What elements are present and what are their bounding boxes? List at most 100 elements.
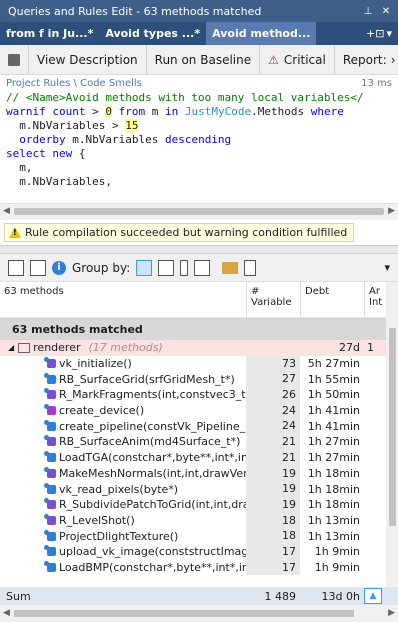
- expand-all-icon[interactable]: [8, 259, 24, 276]
- table-row[interactable]: ProjectDlightTexture() 18 1h 13min: [0, 528, 386, 544]
- results-table-body: ◢ renderer (17 methods) 27d 1 vk_initializ…: [0, 340, 386, 587]
- table-row[interactable]: vk_read_pixels(byte*) 19 1h 18min: [0, 481, 386, 497]
- collapse-icon[interactable]: ◢: [8, 343, 14, 352]
- table-row[interactable]: R_MarkFragments(int,constvec3_t*,c 26 1h 5…: [0, 387, 386, 403]
- tab-label: Avoid method...: [212, 27, 311, 40]
- group-by-namespace-icon[interactable]: [158, 259, 175, 276]
- warning-message: ! Rule compilation succeeded but warning…: [4, 223, 355, 242]
- pin-icon[interactable]: ⊥: [362, 6, 374, 17]
- tab-query-1[interactable]: from f in Ju...*: [0, 22, 99, 45]
- close-icon[interactable]: ✕: [380, 6, 392, 17]
- method-name: R_MarkFragments(int,constvec3_t*,c: [59, 388, 246, 402]
- table-row-parent[interactable]: ◢ renderer (17 methods) 27d 1: [0, 340, 386, 356]
- method-name: R_LevelShot(): [59, 513, 135, 527]
- method-name: LoadBMP(constchar*,byte**,int*,int*): [59, 560, 246, 574]
- variables-cell: 18: [246, 528, 300, 544]
- parent-count: (17 methods): [88, 341, 163, 355]
- chevron-down-icon[interactable]: ▾: [384, 261, 398, 274]
- query-editor[interactable]: // <Name>Avoid methods with too many loc…: [0, 91, 398, 203]
- table-row[interactable]: R_SubdividePatchToGrid(int,int,draw 19 1h …: [0, 496, 386, 513]
- critical-toggle[interactable]: ⚠ Critical: [260, 44, 335, 75]
- method-name: RB_SurfaceAnim(md4Surface_t*): [59, 435, 241, 449]
- column-header-name[interactable]: 63 methods: [0, 282, 246, 317]
- scroll-right-icon[interactable]: ▶: [388, 608, 395, 618]
- variables-cell: 17: [246, 559, 300, 576]
- table-row[interactable]: LoadTGA(constchar*,byte**,int*,int*) 21 1h…: [0, 449, 386, 466]
- scroll-right-icon[interactable]: ▶: [388, 206, 395, 216]
- table-row[interactable]: RB_SurfaceAnim(md4Surface_t*) 21 1h 27min: [0, 434, 386, 450]
- group-by-assembly-icon[interactable]: [194, 259, 211, 276]
- warning-icon: !: [9, 227, 21, 238]
- pane-splitter[interactable]: [0, 246, 398, 254]
- scroll-top-icon[interactable]: ▲: [364, 588, 382, 604]
- sum-label: Sum: [6, 589, 31, 603]
- group-by-type-icon[interactable]: [180, 259, 189, 276]
- run-on-baseline-button[interactable]: Run on Baseline: [147, 44, 261, 75]
- debt-cell: 1h 18min: [307, 498, 360, 512]
- scroll-left-icon[interactable]: ◀: [3, 608, 10, 618]
- debt-cell: 1h 50min: [307, 388, 360, 402]
- document-icon[interactable]: [244, 259, 257, 276]
- table-row[interactable]: LoadBMP(constchar*,byte**,int*,int*) 17 1h…: [0, 559, 386, 576]
- results-vertical-scrollbar[interactable]: [386, 282, 398, 587]
- table-row[interactable]: vk_initialize() 73 5h 27min: [0, 355, 386, 372]
- debt-cell: 1h 27min: [307, 435, 360, 449]
- save-button[interactable]: [0, 44, 29, 75]
- results-horizontal-scrollbar[interactable]: ◀ ▶: [0, 605, 398, 622]
- info-icon[interactable]: i: [52, 260, 66, 275]
- variables-cell: 17: [246, 543, 300, 560]
- scroll-left-icon[interactable]: ◀: [3, 206, 10, 216]
- tab-label: from f in Ju...*: [6, 27, 94, 40]
- table-row[interactable]: upload_vk_image(conststructImage_U17 1h 9…: [0, 543, 386, 560]
- method-name: upload_vk_image(conststructImage_U: [59, 545, 246, 559]
- window-title: Queries and Rules Edit - 63 methods matc…: [8, 4, 262, 18]
- view-description-button[interactable]: View Description: [29, 44, 147, 75]
- group-by-label: Group by:: [72, 260, 131, 275]
- variables-cell: 26: [246, 387, 300, 403]
- table-row[interactable]: create_device() 24 1h 41min: [0, 402, 386, 419]
- debt-cell: 1h 9min: [314, 560, 360, 574]
- collapse-all-icon[interactable]: [30, 259, 46, 276]
- scrollbar-thumb[interactable]: [14, 208, 384, 215]
- variables-cell: 24: [246, 402, 300, 419]
- debt-cell: 1h 55min: [307, 372, 360, 386]
- table-row[interactable]: MakeMeshNormals(int,int,drawVert_t 19 1h 1…: [0, 465, 386, 482]
- column-header-variables[interactable]: # Variable: [246, 282, 300, 317]
- sum-variables: 1 489: [264, 589, 297, 603]
- folder-icon[interactable]: [222, 261, 239, 274]
- group-by-tree-icon[interactable]: [136, 259, 153, 276]
- scrollbar-thumb[interactable]: [389, 328, 396, 526]
- scrollbar-thumb[interactable]: [14, 610, 354, 617]
- method-visibility-icon: [44, 560, 49, 566]
- method-name: R_SubdividePatchToGrid(int,int,draw: [59, 498, 246, 512]
- method-visibility-icon: [44, 419, 49, 425]
- table-row[interactable]: RB_SurfaceGrid(srfGridMesh_t*) 27 1h 55min: [0, 371, 386, 388]
- new-query-icon[interactable]: +⊡: [366, 27, 384, 40]
- method-name: ProjectDlightTexture(): [59, 529, 179, 543]
- column-header-debt[interactable]: Debt: [300, 282, 364, 317]
- code-line-1: // <Name>Avoid methods with too many loc…: [6, 91, 364, 104]
- method-name: MakeMeshNormals(int,int,drawVert_t: [59, 466, 246, 480]
- report-button[interactable]: Report: ›: [335, 45, 398, 75]
- tab-actions[interactable]: +⊡ ▾: [360, 22, 398, 45]
- group-header: 63 methods matched: [0, 318, 386, 340]
- column-header-annual-interest[interactable]: Ar Int: [364, 282, 386, 317]
- code-line-2: warnif count > 0 from m in JustMyCode.Me…: [6, 105, 344, 118]
- editor-horizontal-scrollbar[interactable]: ◀ ▶: [0, 203, 398, 219]
- variables-cell: 19: [246, 496, 300, 513]
- chevron-down-icon[interactable]: ▾: [386, 27, 392, 40]
- tab-query-2[interactable]: Avoid types ...*: [99, 22, 206, 45]
- parent-name: renderer: [33, 341, 81, 355]
- debt-cell: 1h 13min: [307, 513, 360, 527]
- method-visibility-icon: [44, 357, 49, 363]
- variables-cell: 21: [246, 434, 300, 450]
- table-row[interactable]: R_LevelShot() 18 1h 13min: [0, 512, 386, 529]
- parent-annual: 1: [367, 341, 374, 355]
- code-line-4: orderby m.NbVariables descending: [19, 133, 232, 146]
- debt-cell: 1h 41min: [307, 419, 360, 433]
- table-row[interactable]: create_pipeline(constVk_Pipeline_De 24 1h …: [0, 418, 386, 435]
- method-name: vk_read_pixels(byte*): [59, 482, 179, 496]
- breadcrumb-path[interactable]: Project Rules \ Code Smells: [6, 78, 142, 89]
- tab-query-3[interactable]: Avoid method...: [206, 22, 317, 45]
- code-line-3: m.NbVariables > 15: [6, 119, 139, 132]
